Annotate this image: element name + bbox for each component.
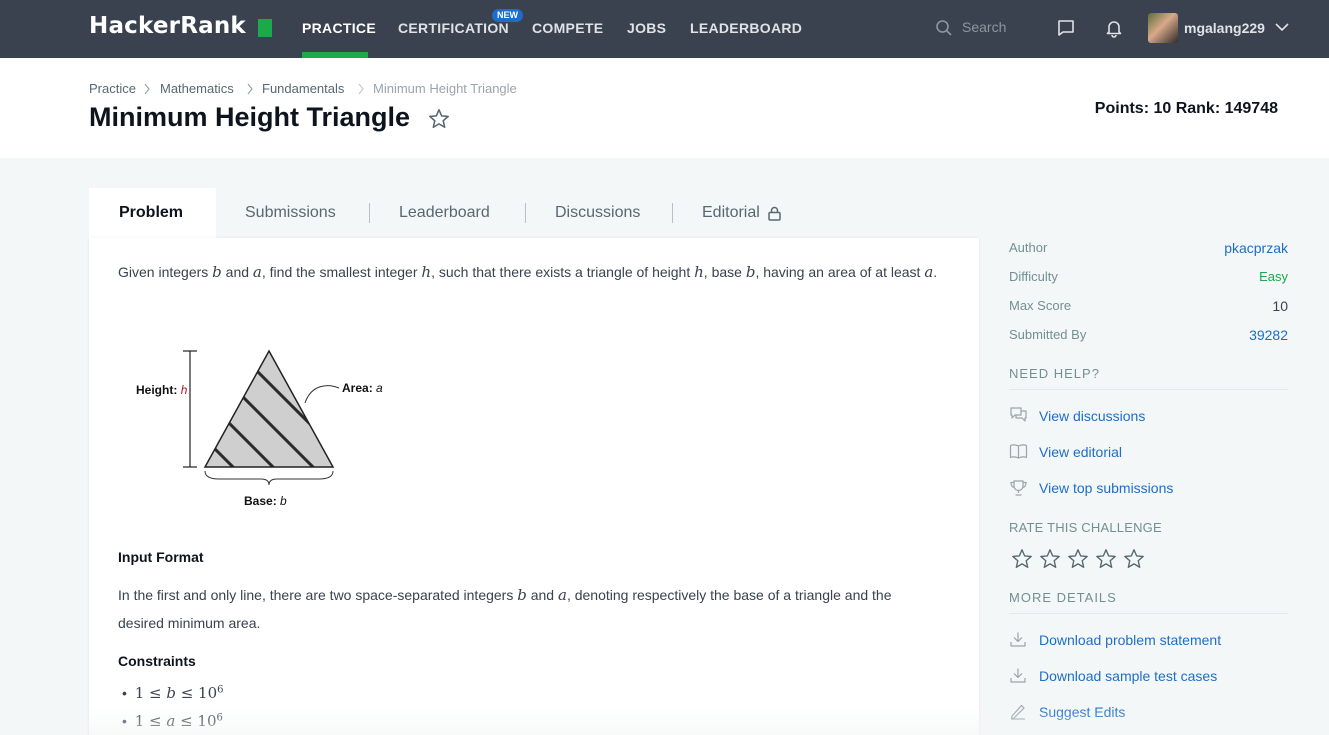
need-help-heading: NEED HELP? — [1009, 366, 1100, 381]
view-editorial-link[interactable]: View editorial — [1039, 444, 1122, 460]
input-format-heading: Input Format — [118, 549, 204, 565]
rating-star-icon[interactable] — [1039, 548, 1061, 570]
new-badge: NEW — [492, 9, 523, 22]
breadcrumb-current: Minimum Height Triangle — [373, 81, 517, 96]
input-format-text: In the first and only line, there are tw… — [118, 586, 892, 631]
nav-jobs[interactable]: JOBS — [627, 20, 666, 36]
logo-block — [258, 19, 272, 37]
breadcrumb-practice[interactable]: Practice — [89, 81, 136, 96]
nav-practice[interactable]: PRACTICE — [302, 20, 376, 36]
search-icon — [936, 20, 952, 36]
discussions-icon — [1010, 407, 1027, 422]
view-top-submissions-link[interactable]: View top submissions — [1039, 480, 1173, 496]
bell-icon[interactable] — [1104, 18, 1124, 38]
rating-star-icon[interactable] — [1123, 548, 1145, 570]
suggest-edits-link[interactable]: Suggest Edits — [1039, 704, 1125, 720]
height-label: Height: h — [136, 383, 188, 397]
search-placeholder: Search — [962, 19, 1007, 35]
lock-icon — [768, 206, 781, 221]
breadcrumb-fundamentals[interactable]: Fundamentals — [262, 81, 344, 96]
rating-star-icon[interactable] — [1011, 548, 1033, 570]
avatar[interactable] — [1148, 13, 1178, 43]
download-problem-statement-link[interactable]: Download problem statement — [1039, 632, 1221, 648]
tab-editorial[interactable]: Editorial — [702, 204, 760, 222]
search-input[interactable]: Search — [935, 17, 1025, 39]
triangle-figure — [183, 349, 340, 486]
submitted-by-label: Submitted By — [1009, 327, 1087, 342]
chevron-right-icon — [144, 83, 150, 95]
constraint-item: • 1 ≤ a ≤ 106 — [122, 712, 223, 730]
chevron-right-icon — [247, 83, 253, 95]
bookmark-star-icon[interactable] — [428, 108, 450, 130]
messages-icon[interactable] — [1056, 18, 1076, 38]
tab-divider — [369, 203, 370, 223]
download-sample-test-cases-link[interactable]: Download sample test cases — [1039, 668, 1217, 684]
book-icon — [1009, 444, 1028, 459]
more-details-heading: MORE DETAILS — [1009, 590, 1117, 605]
tab-divider — [672, 203, 673, 223]
view-discussions-link[interactable]: View discussions — [1039, 408, 1145, 424]
top-navbar: HackerRank PRACTICE CERTIFICATION NEW CO… — [0, 0, 1329, 58]
nav-certification[interactable]: CERTIFICATION — [398, 20, 509, 36]
points-rank: Points: 10 Rank: 149748 — [1094, 100, 1278, 117]
download-icon — [1010, 632, 1026, 647]
difficulty-value: Easy — [1259, 269, 1288, 284]
difficulty-label: Difficulty — [1009, 269, 1058, 284]
tab-divider — [525, 203, 526, 223]
max-score-label: Max Score — [1009, 298, 1072, 313]
area-label: Area: a — [342, 381, 383, 395]
pencil-icon — [1010, 704, 1025, 720]
submitted-by-link[interactable]: 39282 — [1249, 327, 1288, 343]
tab-discussions[interactable]: Discussions — [555, 204, 640, 222]
download-icon — [1010, 668, 1026, 683]
hackerrank-logo[interactable]: HackerRank — [89, 13, 246, 39]
tab-leaderboard[interactable]: Leaderboard — [399, 204, 490, 222]
constraint-item: • 1 ≤ b ≤ 106 — [122, 684, 224, 702]
username[interactable]: mgalang229 — [1184, 20, 1265, 36]
chevron-right-icon — [358, 83, 364, 95]
page-title: Minimum Height Triangle — [89, 102, 411, 132]
author-link[interactable]: pkacprzak — [1224, 240, 1288, 256]
constraints-heading: Constraints — [118, 653, 196, 669]
tab-submissions[interactable]: Submissions — [245, 204, 336, 222]
author-label: Author — [1009, 240, 1048, 255]
problem-intro: Given integers b and a, find the smalles… — [118, 263, 938, 281]
problem-statement: Given integers b and a, find the smalles… — [89, 238, 979, 735]
divider — [1009, 613, 1288, 614]
rate-heading: RATE THIS CHALLENGE — [1009, 520, 1162, 535]
nav-leaderboard[interactable]: LEADERBOARD — [690, 20, 802, 36]
divider — [1009, 389, 1288, 390]
challenge-header: Practice Mathematics Fundamentals Minimu… — [0, 58, 1329, 158]
chevron-down-icon[interactable] — [1275, 22, 1289, 32]
rating-star-icon[interactable] — [1095, 548, 1117, 570]
rating-star-icon[interactable] — [1067, 548, 1089, 570]
tab-problem[interactable]: Problem — [119, 204, 183, 222]
max-score-value: 10 — [1272, 298, 1288, 314]
trophy-icon — [1010, 480, 1027, 496]
breadcrumb-mathematics[interactable]: Mathematics — [160, 81, 234, 96]
nav-compete[interactable]: COMPETE — [532, 20, 603, 36]
base-label: Base: b — [244, 494, 287, 508]
